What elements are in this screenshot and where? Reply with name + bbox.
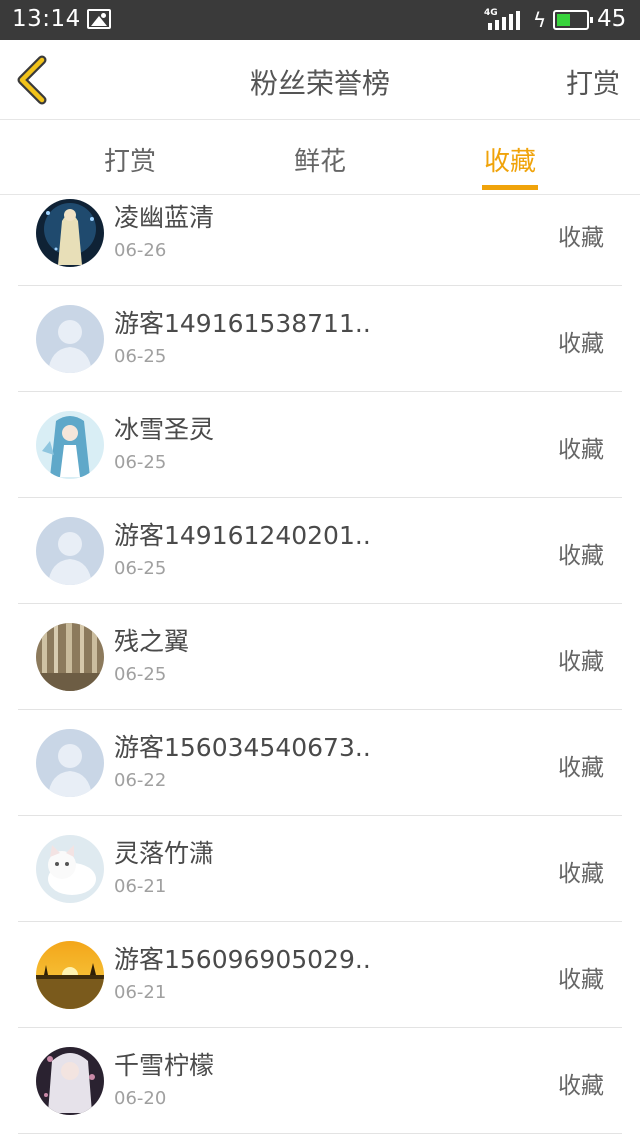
date-label: 06-22 (114, 770, 167, 791)
user-name: 残之翼 (114, 627, 190, 656)
list-item[interactable]: 游客156096905029.. 06-21 收藏 (0, 922, 640, 1028)
favorite-label: 收藏 (558, 649, 604, 675)
user-name: 游客149161538711.. (114, 309, 371, 338)
list-item[interactable]: 灵落竹潇 06-21 收藏 (0, 816, 640, 922)
avatar (36, 835, 104, 903)
avatar (36, 1047, 104, 1115)
status-bar: 13:14 4G ϟ 45 (0, 0, 640, 40)
default-avatar-icon (36, 517, 104, 585)
favorite-label: 收藏 (558, 543, 604, 569)
list-item[interactable]: 游客149161240201.. 06-25 收藏 (0, 498, 640, 604)
date-label: 06-25 (114, 346, 167, 367)
date-label: 06-20 (114, 1088, 167, 1109)
divider (18, 1133, 622, 1134)
user-name: 凌幽蓝清 (114, 203, 215, 232)
list-item[interactable]: 残之翼 06-25 收藏 (0, 604, 640, 710)
user-name: 游客156034540673.. (114, 733, 371, 762)
page-title: 粉丝荣誉榜 (249, 67, 390, 100)
date-label: 06-25 (114, 558, 167, 579)
date-label: 06-26 (114, 240, 167, 261)
user-name: 游客156096905029.. (114, 945, 371, 974)
favorite-label: 收藏 (558, 1073, 604, 1099)
user-name: 游客149161240201.. (114, 521, 371, 550)
default-avatar-icon (36, 305, 104, 373)
list-item[interactable]: 冰雪圣灵 06-25 收藏 (0, 392, 640, 498)
avatar (36, 411, 104, 479)
signal-icon (486, 11, 520, 30)
battery-level: 45 (597, 6, 627, 32)
date-label: 06-25 (114, 452, 167, 473)
reward-button[interactable]: 打赏 (566, 62, 620, 101)
charging-icon: ϟ (533, 8, 547, 32)
list-item[interactable]: 凌幽蓝清 06-26 收藏 (0, 180, 640, 286)
avatar (36, 623, 104, 691)
default-avatar-icon (36, 729, 104, 797)
favorite-label: 收藏 (558, 437, 604, 463)
favorite-label: 收藏 (558, 331, 604, 357)
list-item[interactable]: 游客156034540673.. 06-22 收藏 (0, 710, 640, 816)
favorite-label: 收藏 (558, 967, 604, 993)
image-notification-icon (87, 9, 111, 29)
list-item[interactable]: 千雪柠檬 06-20 收藏 (0, 1028, 640, 1134)
battery-icon (553, 10, 593, 30)
avatar (36, 199, 104, 267)
list-item[interactable]: 游客149161538711.. 06-25 收藏 (0, 286, 640, 392)
user-name: 灵落竹潇 (114, 839, 215, 868)
user-name: 千雪柠檬 (114, 1051, 215, 1080)
favorite-label: 收藏 (558, 861, 604, 887)
tab-label: 打赏 (103, 147, 156, 177)
app-header: 粉丝荣誉榜 打赏 (0, 40, 640, 120)
date-label: 06-21 (114, 982, 167, 1003)
status-time: 13:14 (12, 6, 81, 32)
tab-label: 鲜花 (293, 147, 346, 177)
tab-label: 收藏 (483, 147, 536, 177)
user-name: 冰雪圣灵 (114, 415, 215, 444)
avatar (36, 941, 104, 1009)
favorite-label: 收藏 (558, 755, 604, 781)
date-label: 06-21 (114, 876, 167, 897)
favorite-label: 收藏 (558, 225, 604, 251)
date-label: 06-25 (114, 664, 167, 685)
